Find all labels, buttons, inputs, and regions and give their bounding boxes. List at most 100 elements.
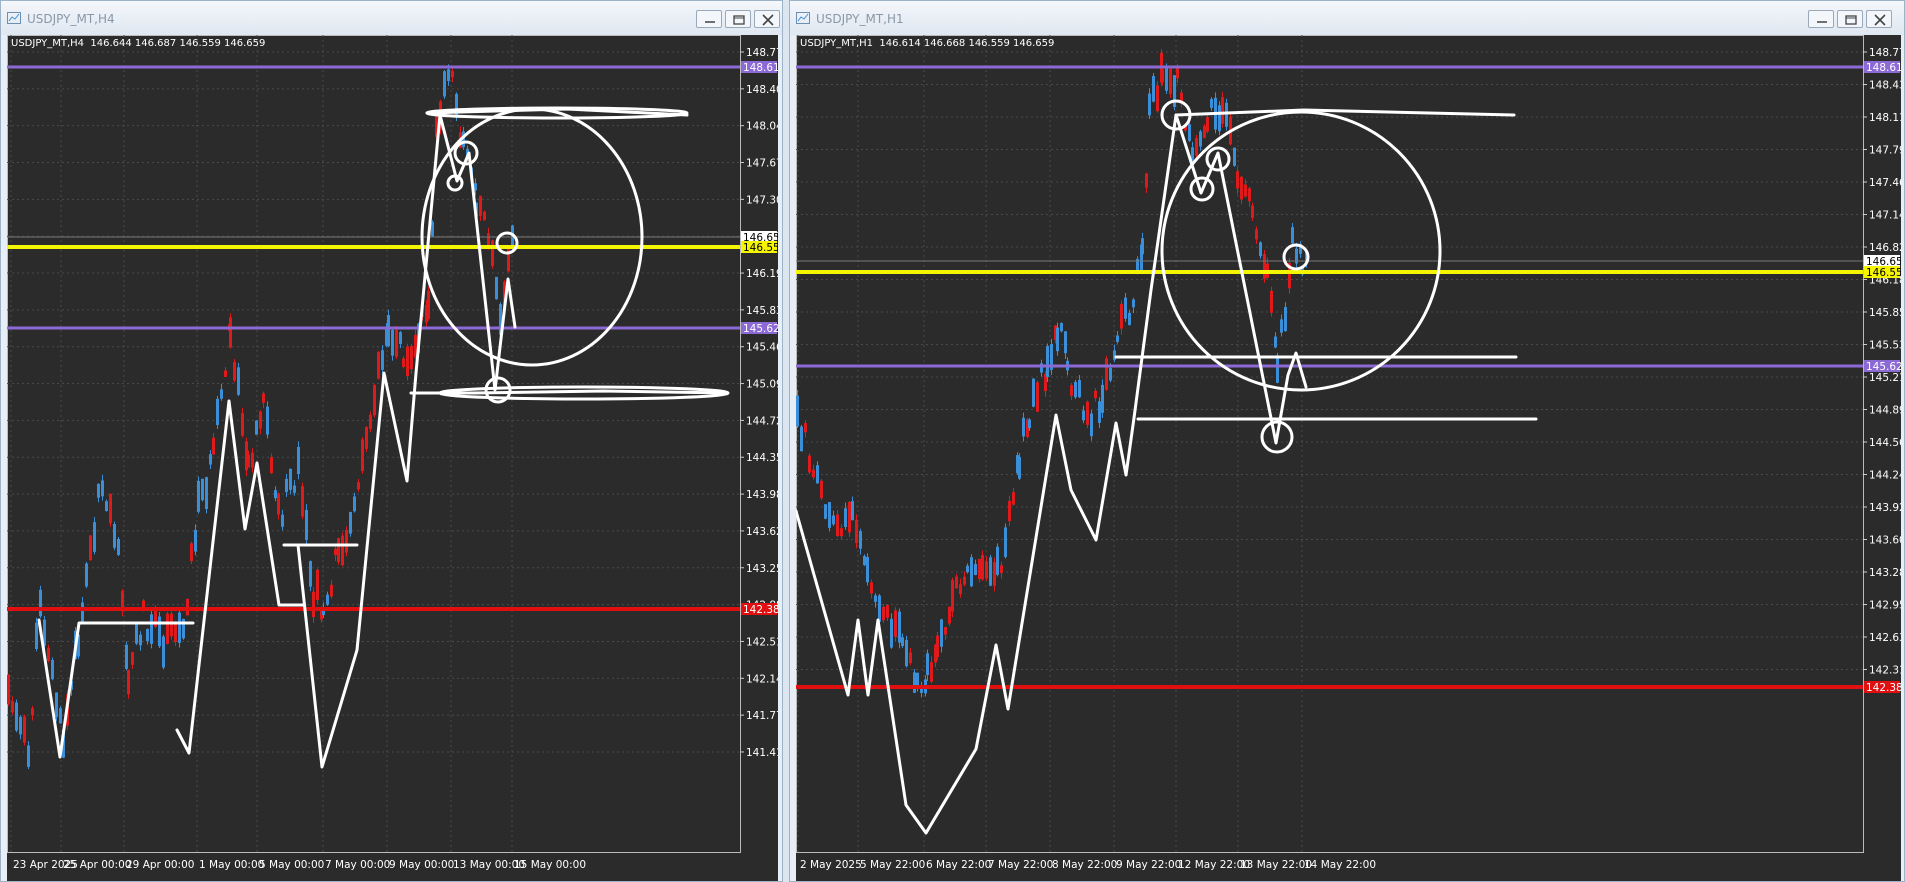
candle-body bbox=[1221, 97, 1224, 124]
candle-body bbox=[395, 329, 398, 357]
candle-body bbox=[1018, 457, 1021, 479]
candle-body bbox=[146, 629, 149, 642]
date-tick-label: 9 May 00:00 bbox=[389, 859, 454, 871]
candle-body bbox=[1116, 335, 1119, 342]
candle-body bbox=[55, 692, 58, 718]
chart-window-h1[interactable]: USDJPY_MT,H1 148.7 148.4 148.1 147.7 147… bbox=[789, 0, 1905, 882]
price-tick-label: 146.195 bbox=[746, 268, 778, 280]
candle-body bbox=[996, 546, 999, 575]
candle-body bbox=[1148, 93, 1151, 116]
candle-body bbox=[293, 485, 296, 493]
candle-body bbox=[993, 562, 996, 586]
candle-body bbox=[1060, 323, 1063, 332]
price-chart-h4[interactable]: 148.775148.405148.040147.670147.300146.9… bbox=[7, 35, 778, 881]
price-tick-label: 145.210 bbox=[1869, 372, 1901, 384]
restore-button[interactable] bbox=[1837, 10, 1863, 28]
candle-body bbox=[1064, 331, 1067, 354]
restore-button[interactable] bbox=[725, 10, 751, 28]
candle-body bbox=[201, 478, 204, 501]
price-tick-label: 144.890 bbox=[1869, 405, 1901, 417]
candle-body bbox=[1000, 565, 1003, 574]
candle-body bbox=[361, 439, 364, 472]
date-tick-label: 2 May 2025 bbox=[800, 859, 862, 871]
candle-body bbox=[855, 519, 858, 544]
minimize-icon bbox=[705, 21, 715, 23]
title-bar[interactable]: USDJPY_MT,H4 bbox=[1, 1, 782, 35]
candle-body bbox=[1056, 327, 1059, 352]
candle-body bbox=[832, 515, 835, 525]
close-button[interactable] bbox=[1866, 10, 1892, 28]
candle-body bbox=[1199, 131, 1202, 147]
candle-body bbox=[197, 480, 200, 512]
candle-body bbox=[1074, 381, 1077, 398]
date-tick-label: 5 May 22:00 bbox=[860, 859, 925, 871]
candle-body bbox=[97, 483, 100, 498]
candle-body bbox=[966, 565, 969, 573]
chart-window-icon bbox=[796, 12, 810, 24]
candle-body bbox=[1263, 253, 1266, 279]
candle-body bbox=[281, 514, 284, 527]
candle-body bbox=[828, 502, 831, 528]
price-tick-label: 143.280 bbox=[1869, 567, 1901, 579]
restore-icon bbox=[733, 15, 745, 25]
restore-icon bbox=[1845, 15, 1857, 25]
candle-body bbox=[944, 627, 947, 635]
candle-body bbox=[808, 455, 811, 473]
close-icon bbox=[1874, 14, 1886, 26]
window-title: USDJPY_MT,H4 bbox=[27, 12, 115, 26]
candle-body bbox=[270, 457, 273, 474]
candle-body bbox=[365, 427, 368, 449]
yellow-price-label: 146.552 bbox=[1866, 267, 1901, 279]
candle-body bbox=[316, 569, 319, 600]
candle-body bbox=[1291, 227, 1294, 244]
price-tick-label: 143.600 bbox=[1869, 535, 1901, 547]
price-tick-label: 144.725 bbox=[746, 415, 778, 427]
price-tick-label: 141.775 bbox=[746, 710, 778, 722]
date-tick-label: 8 May 22:00 bbox=[1052, 859, 1117, 871]
candle-body bbox=[866, 556, 869, 583]
candle-body bbox=[85, 563, 88, 587]
candle-body bbox=[959, 584, 962, 595]
chart-window-h4[interactable]: USDJPY_MT,H4 148.7 148.4 148.0 147.6 147… bbox=[0, 0, 783, 882]
candle-body bbox=[162, 636, 165, 668]
candle-body bbox=[1152, 75, 1155, 102]
minimize-button[interactable] bbox=[1808, 10, 1834, 28]
candle-body bbox=[930, 662, 933, 682]
trend-drawing[interactable] bbox=[175, 399, 305, 755]
candle-body bbox=[125, 644, 128, 669]
price-chart-h1[interactable]: 148.775 148.435 148.110 147.790 147.465 147.1… bbox=[796, 35, 1901, 881]
trend-drawing[interactable] bbox=[296, 113, 517, 769]
title-bar[interactable]: USDJPY_MT,H1 bbox=[790, 1, 1904, 35]
price-tick-label: 144.355 bbox=[746, 452, 778, 464]
candle-body bbox=[15, 702, 18, 731]
candle-body bbox=[1012, 492, 1015, 505]
candle-body bbox=[1169, 68, 1172, 95]
candle-body bbox=[844, 508, 847, 527]
candle-body bbox=[981, 555, 984, 580]
candle-body bbox=[312, 591, 315, 618]
candle-body bbox=[1046, 345, 1049, 377]
candle-body bbox=[39, 589, 42, 617]
price-tick-label: 147.790 bbox=[1869, 145, 1901, 157]
candle-body bbox=[266, 406, 269, 435]
candle-body bbox=[309, 561, 312, 587]
candle-body bbox=[874, 595, 877, 602]
candle-body bbox=[963, 576, 966, 585]
candle-body bbox=[1233, 147, 1236, 166]
candle-body bbox=[796, 395, 799, 427]
candle-body bbox=[233, 361, 236, 381]
price-tick-label: 143.620 bbox=[746, 526, 778, 538]
candle-body bbox=[1240, 176, 1243, 200]
date-tick-label: 5 May 00:00 bbox=[259, 859, 324, 871]
candle-body bbox=[237, 367, 240, 395]
candle-body bbox=[1082, 410, 1085, 421]
candle-body bbox=[1270, 290, 1273, 313]
candle-body bbox=[109, 493, 112, 524]
candle-body bbox=[1094, 390, 1097, 399]
minimize-button[interactable] bbox=[696, 10, 722, 28]
candle-body bbox=[1276, 355, 1279, 383]
close-button[interactable] bbox=[754, 10, 780, 28]
trend-drawing[interactable] bbox=[37, 618, 195, 759]
candle-body bbox=[878, 595, 881, 622]
price-tick-label: 148.405 bbox=[746, 84, 778, 96]
